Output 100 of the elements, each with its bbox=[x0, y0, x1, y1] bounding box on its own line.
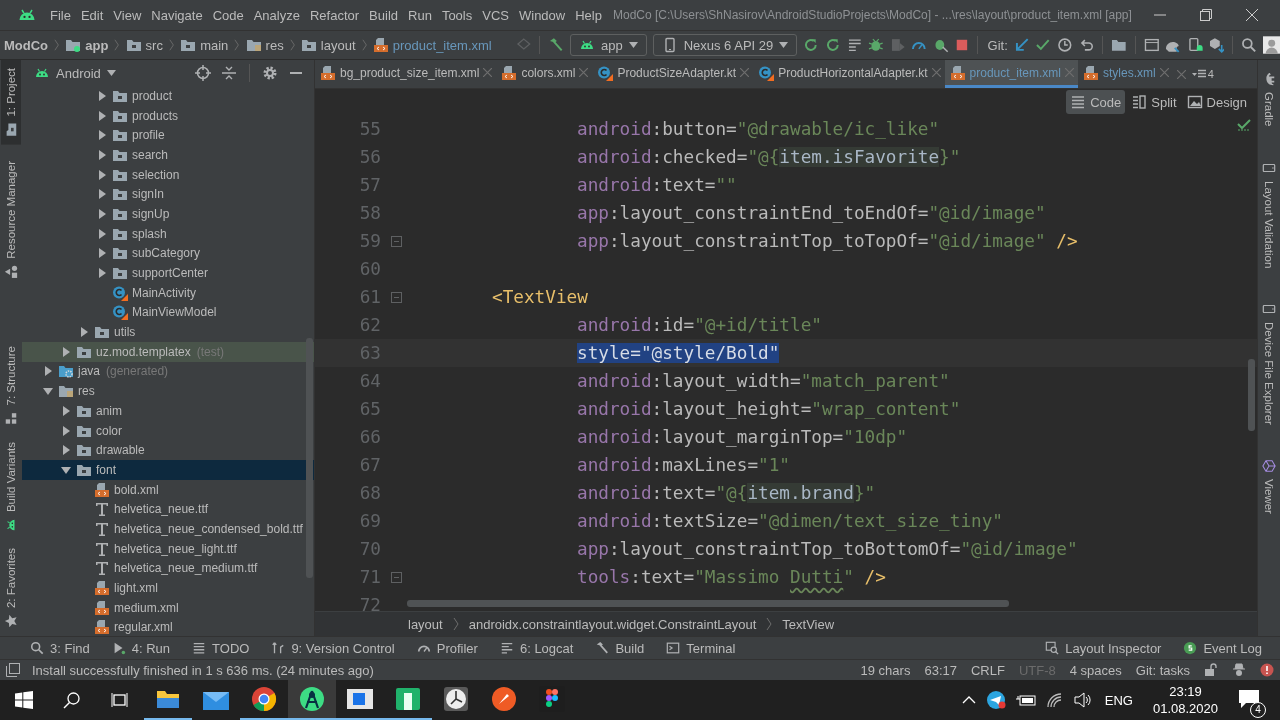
tool-window-tab[interactable]: 7: Structure bbox=[1, 338, 21, 434]
tree-row[interactable]: signIn bbox=[22, 184, 314, 205]
menu-item[interactable]: Tools bbox=[436, 0, 478, 30]
tree-row[interactable]: search bbox=[22, 145, 314, 165]
menu-item[interactable]: Edit bbox=[75, 0, 109, 30]
editor-tab[interactable]: bg_product_size_item.xml bbox=[315, 60, 497, 88]
collapsed-arrow-icon[interactable] bbox=[60, 345, 72, 358]
tool-window-button[interactable]: Terminal bbox=[666, 640, 736, 656]
collapsed-arrow-icon[interactable] bbox=[42, 365, 54, 378]
clock-time[interactable]: 23:19 bbox=[1169, 683, 1202, 700]
collapsed-arrow-icon[interactable] bbox=[96, 129, 108, 142]
error-icon[interactable] bbox=[1260, 663, 1274, 677]
window-icon[interactable] bbox=[1143, 36, 1160, 54]
tree-row[interactable]: signUp bbox=[22, 204, 314, 224]
tab-list-icon[interactable] bbox=[1191, 69, 1206, 79]
tree-row[interactable]: bold.xml bbox=[22, 479, 314, 500]
tree-row[interactable]: color bbox=[22, 420, 314, 441]
tree-row[interactable]: helvetica_neue.ttf bbox=[22, 499, 314, 520]
tree-row[interactable]: products bbox=[22, 105, 314, 126]
collapsed-arrow-icon[interactable] bbox=[96, 227, 108, 240]
breadcrumb[interactable]: androidx.constraintlayout.widget.ConstraintLayout bbox=[468, 616, 757, 632]
tool-window-button[interactable]: Build bbox=[595, 640, 645, 656]
start-icon[interactable] bbox=[15, 691, 33, 709]
menu-item[interactable]: Refactor bbox=[304, 0, 365, 30]
tool-window-tab[interactable]: Gradle bbox=[1259, 64, 1279, 135]
tool-window-button[interactable]: 6: Logcat bbox=[499, 640, 574, 656]
tree-row[interactable]: subCategory bbox=[22, 243, 314, 264]
update-arrow-icon[interactable] bbox=[1013, 36, 1030, 54]
tool-window-button[interactable]: Layout Inspector bbox=[1045, 640, 1162, 656]
breadcrumb[interactable]: main bbox=[200, 37, 229, 53]
search-icon[interactable] bbox=[63, 691, 81, 709]
status-item[interactable]: 19 chars bbox=[860, 662, 911, 678]
tree-row[interactable]: helvetica_neue_light.ttf bbox=[22, 538, 314, 559]
locate-icon[interactable] bbox=[195, 65, 211, 81]
tool-window-tab[interactable]: Build Variants bbox=[1, 433, 21, 540]
breadcrumb[interactable]: src bbox=[145, 37, 163, 53]
tree-row[interactable]: product bbox=[22, 86, 314, 106]
breadcrumb[interactable]: app bbox=[85, 37, 109, 53]
inspector-hat-icon[interactable] bbox=[1232, 663, 1246, 677]
tree-row[interactable]: splash bbox=[22, 223, 314, 244]
tree-row[interactable]: supportCenter bbox=[22, 263, 314, 283]
tree-row[interactable]: drawable bbox=[22, 440, 314, 461]
scrollbar-thumb[interactable] bbox=[1248, 359, 1255, 431]
phone-icon[interactable] bbox=[1187, 36, 1203, 54]
collapsed-arrow-icon[interactable] bbox=[78, 326, 90, 339]
tree-row[interactable]: medium.xml bbox=[22, 597, 314, 618]
menu-item[interactable]: Run bbox=[403, 0, 437, 30]
tool-window-tab[interactable]: Resource Manager bbox=[1, 152, 21, 287]
menu-item[interactable]: Navigate bbox=[146, 0, 208, 30]
tree-row[interactable]: font bbox=[22, 460, 314, 480]
clock-icon[interactable] bbox=[1057, 36, 1073, 54]
view-dropdown[interactable]: Android bbox=[34, 65, 116, 81]
fold-marker-icon[interactable] bbox=[390, 235, 402, 247]
lines-icon[interactable] bbox=[846, 36, 863, 54]
clock-date[interactable]: 01.08.2020 bbox=[1152, 700, 1218, 717]
unlock-icon[interactable] bbox=[1204, 663, 1218, 677]
menu-item[interactable]: VCS bbox=[477, 0, 514, 30]
run-config-dropdown[interactable]: app bbox=[569, 34, 647, 56]
editor-tab[interactable]: colors.xml bbox=[496, 60, 593, 88]
package-icon[interactable] bbox=[1208, 36, 1225, 54]
collapsed-arrow-icon[interactable] bbox=[96, 109, 108, 122]
status-item[interactable]: 63:17 bbox=[924, 662, 957, 678]
breadcrumb[interactable]: product_item.xml bbox=[392, 37, 492, 53]
bug-icon[interactable] bbox=[868, 36, 884, 54]
scrollbar-thumb[interactable] bbox=[306, 338, 313, 578]
battery-icon[interactable] bbox=[1015, 693, 1036, 707]
menu-item[interactable]: Code bbox=[207, 0, 249, 30]
status-item[interactable]: 4 spaces bbox=[1069, 662, 1122, 678]
restore-icon[interactable] bbox=[1200, 9, 1212, 21]
menu-item[interactable]: Window bbox=[513, 0, 571, 30]
tree-row[interactable]: utils bbox=[22, 322, 314, 342]
tree-row[interactable]: selection bbox=[22, 164, 314, 185]
view-mode-button[interactable]: Design bbox=[1182, 90, 1251, 114]
menu-item[interactable]: Analyze bbox=[248, 0, 305, 30]
status-item[interactable]: CRLF bbox=[970, 662, 1005, 678]
avatar-icon[interactable] bbox=[1262, 35, 1280, 55]
tool-window-tab[interactable]: Viewer bbox=[1259, 450, 1279, 522]
tree-row[interactable]: helvetica_neue_condensed_bold.ttf bbox=[22, 519, 314, 539]
tree-row[interactable]: regular.xml bbox=[22, 617, 314, 636]
telegram-icon[interactable] bbox=[985, 690, 1006, 710]
stop-icon[interactable] bbox=[954, 37, 969, 53]
apply-code-icon[interactable] bbox=[824, 36, 841, 54]
collapsed-arrow-icon[interactable] bbox=[60, 424, 72, 437]
task-view-icon[interactable] bbox=[111, 691, 129, 709]
menu-item[interactable]: Help bbox=[570, 0, 607, 30]
collapse-icon[interactable] bbox=[221, 65, 237, 81]
fold-marker-icon[interactable] bbox=[390, 291, 402, 303]
tree-row[interactable]: helvetica_neue_medium.ttf bbox=[22, 558, 314, 579]
collapsed-arrow-icon[interactable] bbox=[96, 89, 108, 102]
tree-row[interactable]: light.xml bbox=[22, 578, 314, 598]
collapsed-arrow-icon[interactable] bbox=[96, 148, 108, 161]
taskbar-app-button[interactable] bbox=[288, 680, 336, 720]
tool-window-button[interactable]: TODO bbox=[192, 640, 250, 656]
tree-row[interactable]: java (generated) bbox=[22, 361, 314, 382]
view-mode-button[interactable]: Split bbox=[1127, 90, 1181, 114]
chevron-up-icon[interactable] bbox=[961, 696, 976, 704]
scrollbar-thumb[interactable] bbox=[407, 600, 1009, 607]
breadcrumb[interactable]: TextView bbox=[782, 616, 835, 632]
tool-window-tab[interactable]: Layout Validation bbox=[1259, 152, 1279, 276]
menu-item[interactable]: Build bbox=[364, 0, 403, 30]
